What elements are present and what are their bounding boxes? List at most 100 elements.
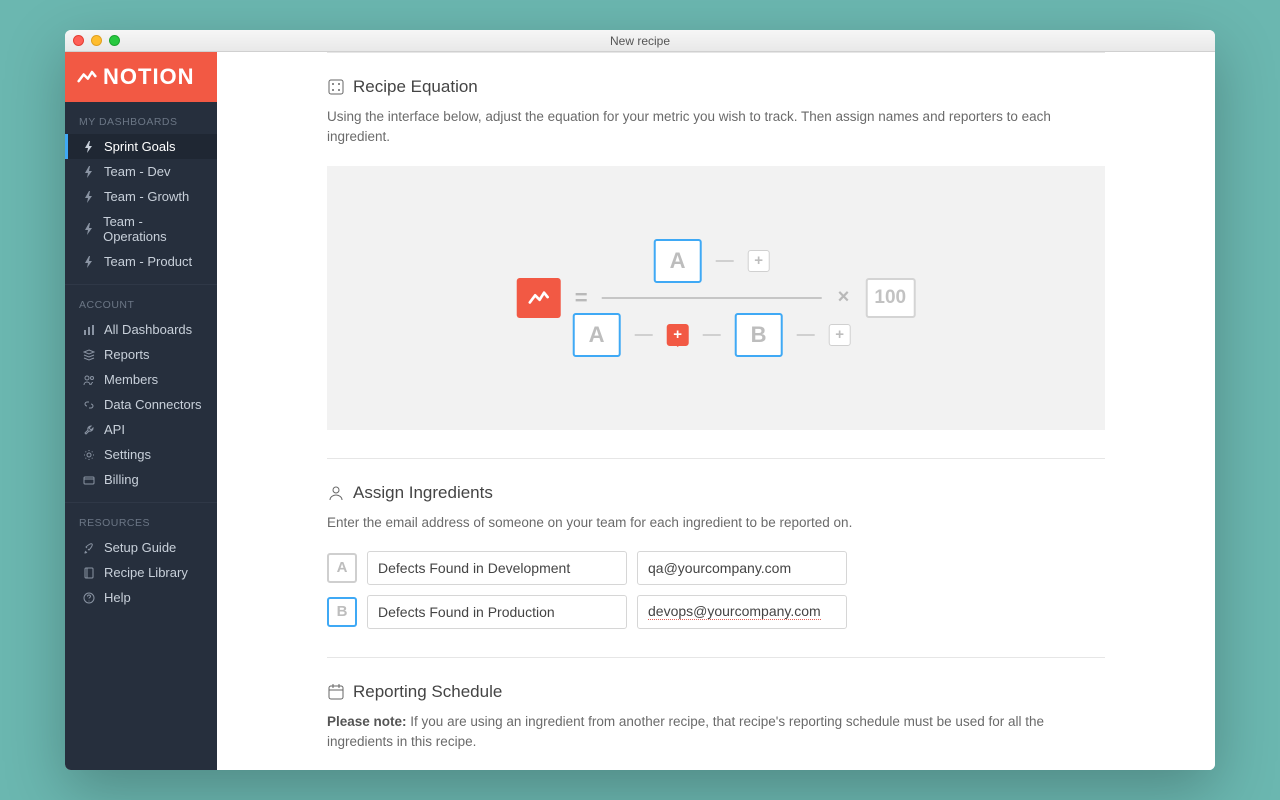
section-desc: Enter the email address of someone on yo… [327, 513, 1105, 533]
equation-canvas: = A + A + [327, 166, 1105, 430]
section-desc: Please note: If you are using an ingredi… [327, 712, 1105, 753]
ingredients-list: Aqa@yourcompany.com Bdevops@yourcompany.c… [327, 551, 1105, 629]
connector [635, 334, 653, 336]
nav-item-label: Setup Guide [104, 540, 176, 555]
people-icon [82, 374, 96, 386]
equals-sign: = [575, 285, 588, 311]
bar-icon [82, 324, 96, 336]
sidebar-item-sprint-goals[interactable]: Sprint Goals [65, 134, 217, 159]
sidebar-item-team-product[interactable]: Team - Product [65, 249, 217, 274]
titlebar: New recipe [65, 30, 1215, 52]
nav-item-label: Members [104, 372, 158, 387]
sidebar-item-data-connectors[interactable]: Data Connectors [65, 392, 217, 417]
sidebar-item-team-operations[interactable]: Team - Operations [65, 209, 217, 249]
zoom-window-button[interactable] [109, 35, 120, 46]
bolt-icon [82, 141, 96, 153]
calendar-icon [327, 683, 345, 701]
sidebar-item-team-dev[interactable]: Team - Dev [65, 159, 217, 184]
wrench-icon [82, 424, 96, 436]
section-desc: Using the interface below, adjust the eq… [327, 107, 1105, 148]
bolt-icon [82, 166, 96, 178]
stack-icon [82, 349, 96, 361]
sidebar-item-recipe-library[interactable]: Recipe Library [65, 560, 217, 585]
multiplier-input[interactable]: 100 [865, 278, 915, 318]
operand-numerator-a[interactable]: A [654, 239, 702, 283]
sidebar-item-billing[interactable]: Billing [65, 467, 217, 492]
denominator-row: A + B + [573, 313, 851, 357]
sidebar-item-reports[interactable]: Reports [65, 342, 217, 367]
user-icon [327, 484, 345, 502]
sidebar-item-team-growth[interactable]: Team - Growth [65, 184, 217, 209]
nav-item-label: Help [104, 590, 131, 605]
times-sign: × [838, 286, 850, 309]
sidebar: NOTION MY DASHBOARDS Sprint Goals Team - D… [65, 52, 217, 770]
nav-section-label: ACCOUNT [65, 285, 217, 317]
bolt-icon [82, 256, 96, 268]
app-body: NOTION MY DASHBOARDS Sprint Goals Team - D… [65, 52, 1215, 770]
section-title: Reporting Schedule [353, 682, 502, 702]
close-window-button[interactable] [73, 35, 84, 46]
operand-denominator-b[interactable]: B [735, 313, 783, 357]
add-numerator-button[interactable]: + [748, 250, 770, 272]
app-window: New recipe NOTION MY DASHBOARDS Sprint Go… [65, 30, 1215, 770]
ingredient-row: Bdevops@yourcompany.com [327, 595, 1105, 629]
brand-logo-icon [77, 69, 97, 85]
section-title: Recipe Equation [353, 77, 478, 97]
nav-item-label: Team - Dev [104, 164, 170, 179]
nav-item-label: API [104, 422, 125, 437]
content-area: Recipe Equation Using the interface belo… [217, 52, 1215, 770]
sidebar-item-help[interactable]: Help [65, 585, 217, 610]
section-reporting-schedule: Reporting Schedule Please note: If you a… [327, 657, 1105, 770]
link-icon [82, 399, 96, 411]
sidebar-item-members[interactable]: Members [65, 367, 217, 392]
nav-section-label: MY DASHBOARDS [65, 102, 217, 134]
bolt-icon [82, 223, 95, 235]
ingredient-email-input[interactable]: devops@yourcompany.com [637, 595, 847, 629]
brand-name: NOTION [103, 64, 195, 90]
fraction-bar [602, 297, 822, 299]
nav-item-label: All Dashboards [104, 322, 192, 337]
numerator-row: A + [654, 239, 770, 283]
help-icon [82, 592, 96, 604]
ingredient-name-input[interactable] [367, 551, 627, 585]
nav-item-label: Team - Operations [103, 214, 203, 244]
nav-item-label: Team - Product [104, 254, 192, 269]
note-text: If you are using an ingredient from anot… [327, 714, 1044, 749]
equation-icon [327, 78, 345, 96]
add-operator-button[interactable]: + [667, 324, 689, 346]
nav-item-label: Sprint Goals [104, 139, 176, 154]
sidebar-item-setup-guide[interactable]: Setup Guide [65, 535, 217, 560]
add-denominator-button[interactable]: + [829, 324, 851, 346]
ingredient-name-input[interactable] [367, 595, 627, 629]
minimize-window-button[interactable] [91, 35, 102, 46]
ingredient-email-input[interactable]: qa@yourcompany.com [637, 551, 847, 585]
card-icon [82, 474, 96, 486]
sidebar-item-api[interactable]: API [65, 417, 217, 442]
nav-section-label: RESOURCES [65, 503, 217, 535]
section-title: Assign Ingredients [353, 483, 493, 503]
book-icon [82, 567, 96, 579]
sidebar-item-settings[interactable]: Settings [65, 442, 217, 467]
sidebar-item-all-dashboards[interactable]: All Dashboards [65, 317, 217, 342]
note-label: Please note: [327, 714, 407, 729]
rocket-icon [82, 542, 96, 554]
ingredient-row: Aqa@yourcompany.com [327, 551, 1105, 585]
connector [703, 334, 721, 336]
ingredient-letter: A [327, 553, 357, 583]
section-recipe-equation: Recipe Equation Using the interface belo… [327, 52, 1105, 430]
connector [716, 260, 734, 262]
connector [797, 334, 815, 336]
equation-result-icon[interactable] [517, 278, 561, 318]
window-title: New recipe [610, 34, 670, 48]
bolt-icon [82, 191, 96, 203]
nav-item-label: Reports [104, 347, 150, 362]
nav-item-label: Recipe Library [104, 565, 188, 580]
operand-denominator-a[interactable]: A [573, 313, 621, 357]
equation-fraction: A + A + B [602, 239, 822, 357]
nav-item-label: Settings [104, 447, 151, 462]
gear-icon [82, 449, 96, 461]
nav-item-label: Data Connectors [104, 397, 202, 412]
brand[interactable]: NOTION [65, 52, 217, 102]
nav-item-label: Team - Growth [104, 189, 189, 204]
window-controls [73, 35, 120, 46]
